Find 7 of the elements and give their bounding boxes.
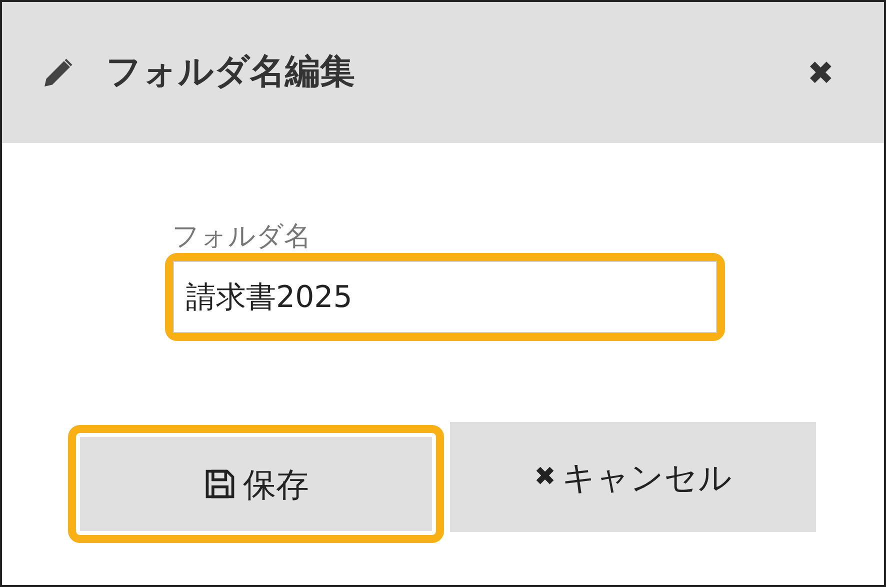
- cancel-button[interactable]: ✖ キャンセル: [450, 422, 816, 532]
- dialog-title: フォルダ名編集: [106, 51, 356, 94]
- close-button[interactable]: ✖: [807, 48, 834, 96]
- field-label: フォルダ名: [172, 221, 312, 254]
- input-field[interactable]: 請求書2025: [173, 261, 717, 334]
- close-icon: ✖: [534, 458, 556, 497]
- save-button[interactable]: 保存: [80, 437, 432, 532]
